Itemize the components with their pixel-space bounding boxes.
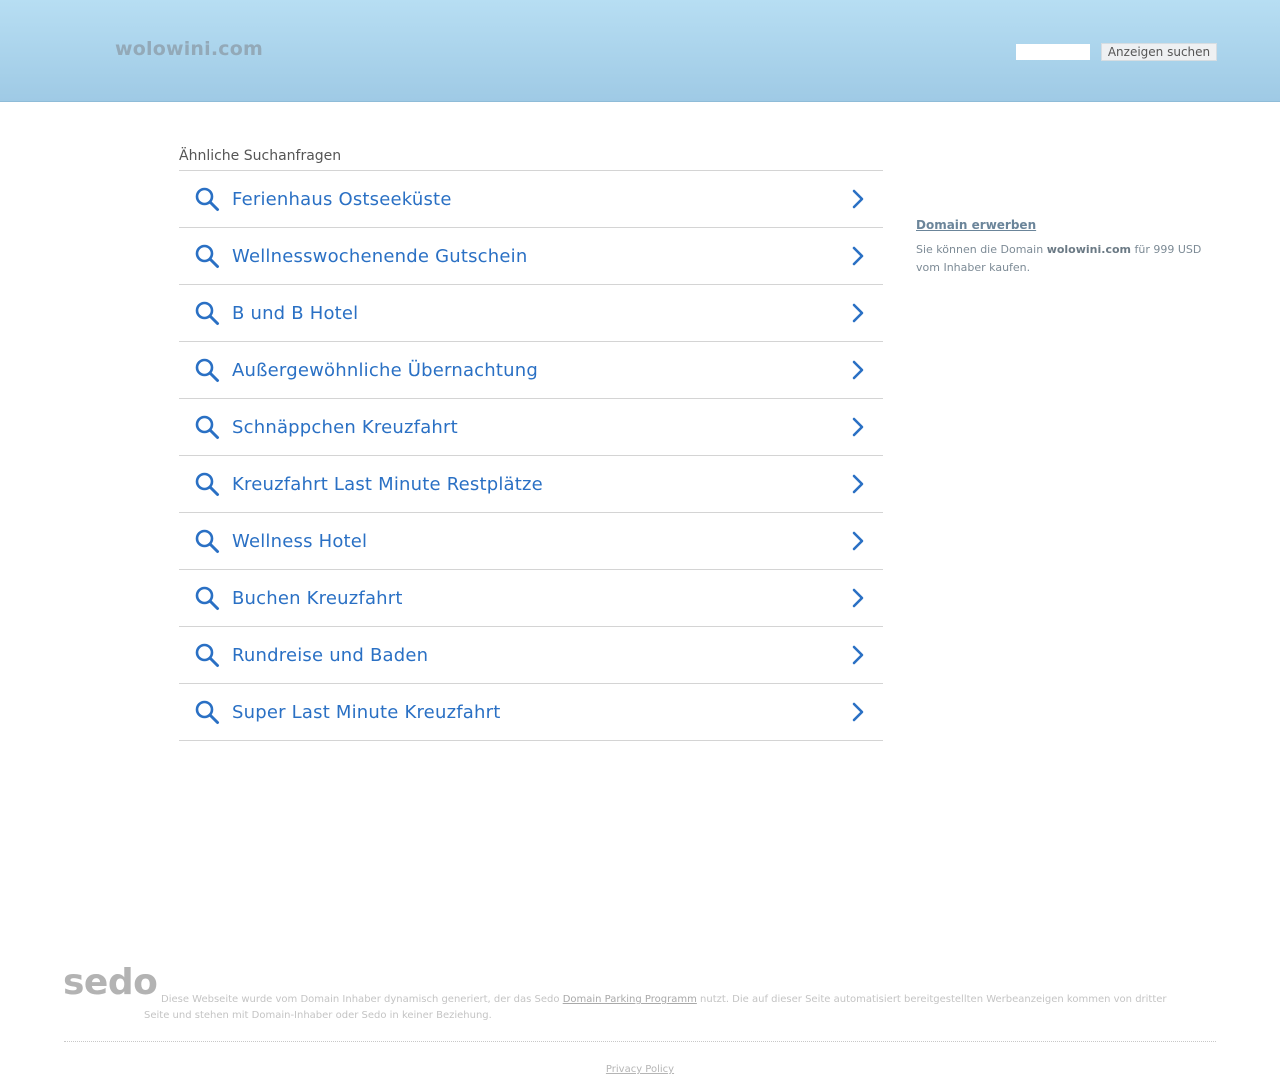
- related-search-label: Außergewöhnliche Übernachtung: [232, 359, 538, 381]
- privacy-policy-link[interactable]: Privacy Policy: [606, 1064, 674, 1075]
- related-search-label: Kreuzfahrt Last Minute Restplätze: [232, 473, 543, 495]
- related-search-item[interactable]: Schnäppchen Kreuzfahrt: [179, 399, 883, 456]
- search-icon: [179, 357, 232, 383]
- search-icon: [179, 414, 232, 440]
- sale-text-prefix: Sie können die Domain: [916, 243, 1044, 256]
- related-search-item[interactable]: Super Last Minute Kreuzfahrt: [179, 684, 883, 741]
- related-searches: Ähnliche Suchanfragen Ferienhaus Ostseek…: [179, 146, 883, 741]
- related-search-item[interactable]: Wellness Hotel: [179, 513, 883, 570]
- search-icon: [179, 642, 232, 668]
- chevron-right-icon: [849, 302, 883, 324]
- related-search-label: Wellnesswochenende Gutschein: [232, 245, 528, 267]
- search-icon: [179, 699, 232, 725]
- chevron-right-icon: [849, 530, 883, 552]
- disclaimer-text-1: Diese Webseite wurde vom Domain Inhaber …: [161, 994, 560, 1005]
- related-search-label: Schnäppchen Kreuzfahrt: [232, 416, 458, 438]
- related-search-item[interactable]: B und B Hotel: [179, 285, 883, 342]
- chevron-right-icon: [849, 188, 883, 210]
- search-icon: [179, 243, 232, 269]
- sale-domain-name: wolowini.com: [1046, 243, 1131, 256]
- chevron-right-icon: [849, 701, 883, 723]
- domain-sale-box: Domain erwerben Sie können die Domain wo…: [916, 218, 1216, 277]
- search-input[interactable]: [1016, 44, 1090, 60]
- chevron-right-icon: [849, 416, 883, 438]
- related-search-label: Buchen Kreuzfahrt: [232, 587, 403, 609]
- domain-sale-text: Sie können die Domain wolowini.com für 9…: [916, 241, 1216, 277]
- related-search-item[interactable]: Außergewöhnliche Übernachtung: [179, 342, 883, 399]
- search-icon: [179, 186, 232, 212]
- site-title: wolowini.com: [115, 38, 264, 60]
- related-search-item[interactable]: Buchen Kreuzfahrt: [179, 570, 883, 627]
- search-icon: [179, 585, 232, 611]
- search-icon: [179, 528, 232, 554]
- related-search-item[interactable]: Ferienhaus Ostseeküste: [179, 171, 883, 228]
- related-search-item[interactable]: Kreuzfahrt Last Minute Restplätze: [179, 456, 883, 513]
- header: wolowini.com Anzeigen suchen: [0, 0, 1280, 102]
- search-ads-button[interactable]: Anzeigen suchen: [1101, 43, 1217, 61]
- chevron-right-icon: [849, 644, 883, 666]
- chevron-right-icon: [849, 245, 883, 267]
- privacy-row: Privacy Policy: [0, 1057, 1280, 1076]
- chevron-right-icon: [849, 473, 883, 495]
- disclaimer: Diese Webseite wurde vom Domain Inhaber …: [144, 992, 1174, 1024]
- related-search-item[interactable]: Rundreise und Baden: [179, 627, 883, 684]
- chevron-right-icon: [849, 359, 883, 381]
- related-search-item[interactable]: Wellnesswochenende Gutschein: [179, 228, 883, 285]
- related-searches-heading: Ähnliche Suchanfragen: [179, 146, 883, 171]
- result-list: Ferienhaus Ostseeküste Wellnesswochenende…: [179, 171, 883, 741]
- related-search-label: Wellness Hotel: [232, 530, 368, 552]
- search-icon: [179, 471, 232, 497]
- search-icon: [179, 300, 232, 326]
- related-search-label: Rundreise und Baden: [232, 644, 429, 666]
- domain-parking-link[interactable]: Domain Parking Programm: [563, 994, 697, 1005]
- related-search-label: Ferienhaus Ostseeküste: [232, 188, 452, 210]
- chevron-right-icon: [849, 587, 883, 609]
- related-search-label: B und B Hotel: [232, 302, 359, 324]
- related-search-label: Super Last Minute Kreuzfahrt: [232, 701, 501, 723]
- buy-domain-link[interactable]: Domain erwerben: [916, 218, 1216, 232]
- footer-divider: [64, 1041, 1216, 1042]
